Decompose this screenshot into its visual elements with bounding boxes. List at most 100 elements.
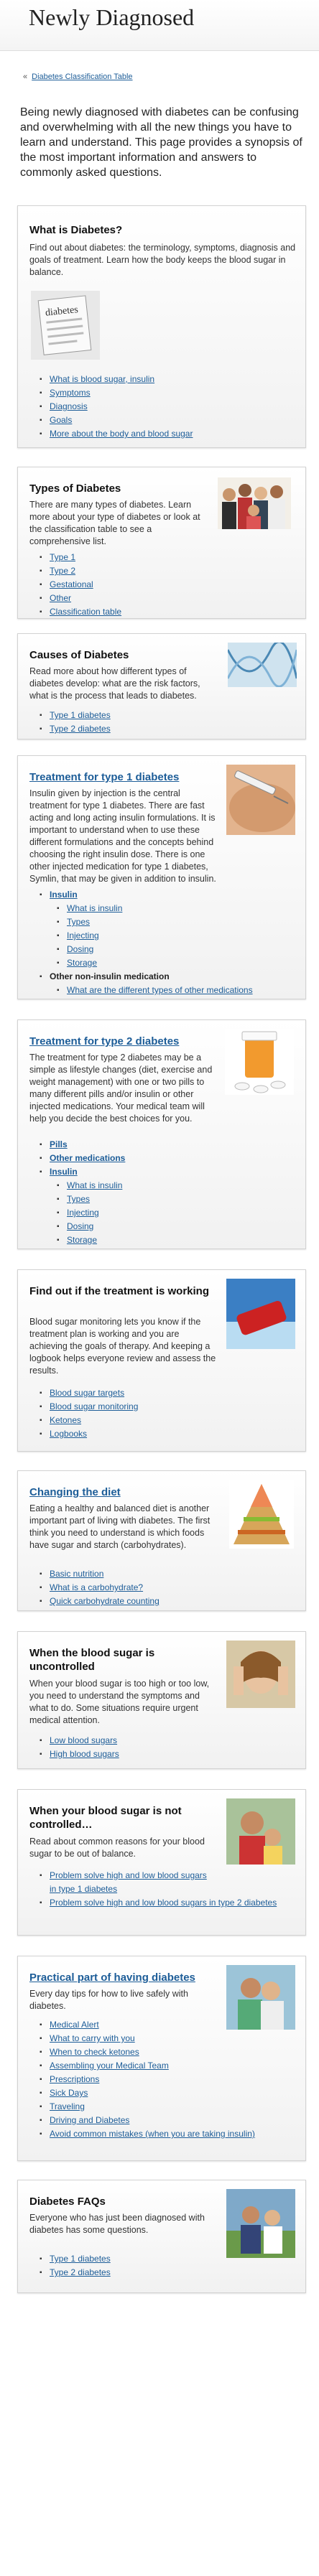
card-description: Read more about how different types of d…	[29, 666, 200, 701]
link-blood-sugar-monitoring[interactable]: Blood sugar monitoring	[50, 1401, 138, 1411]
list-item: Blood sugar targets	[40, 1386, 138, 1400]
link-avoid-mistakes[interactable]: Avoid common mistakes (when you are taki…	[50, 2129, 255, 2139]
link-what-is-insulin[interactable]: What is insulin	[67, 1180, 122, 1190]
link-sick-days[interactable]: Sick Days	[50, 2088, 88, 2098]
card-description: Read about common reasons for your blood…	[29, 1837, 205, 1859]
link-insulin[interactable]: Insulin	[50, 1167, 78, 1177]
card-link-list: Basic nutrition What is a carbohydrate? …	[40, 1567, 160, 1608]
link-injecting[interactable]: Injecting	[67, 930, 99, 941]
link-pills[interactable]: Pills	[50, 1139, 68, 1149]
card-link-list: Low blood sugars High blood sugars	[40, 1734, 119, 1761]
list-item: Avoid common mistakes (when you are taki…	[40, 2127, 298, 2141]
list-item: Type 1 diabetes	[40, 2252, 111, 2266]
link-what-is-carbohydrate[interactable]: What is a carbohydrate?	[50, 1582, 143, 1592]
card-link-list: Problem solve high and low blood sugars …	[40, 1869, 298, 1910]
card-title-link[interactable]: Practical part of having diabetes	[29, 1971, 195, 1984]
card-link-list: Insulin What is insulin Types Injecting …	[40, 888, 253, 997]
card-link-list: Blood sugar targets Blood sugar monitori…	[40, 1386, 138, 1441]
link-check-ketones[interactable]: When to check ketones	[50, 2047, 139, 2057]
list-item: Injecting	[57, 1206, 125, 1220]
list-item: What to carry with you	[40, 2032, 298, 2045]
link-goals[interactable]: Goals	[50, 415, 72, 425]
card-description: Eating a healthy and balanced diet is an…	[29, 1503, 211, 1550]
link-what-is-insulin[interactable]: What is insulin	[67, 903, 122, 913]
list-item: Type 1	[40, 551, 121, 564]
list-item: Storage	[57, 1233, 125, 1247]
link-faq-type-2[interactable]: Type 2 diabetes	[50, 2267, 111, 2277]
link-problem-solve-type-2[interactable]: Problem solve high and low blood sugars …	[50, 1898, 277, 1908]
link-blood-sugar-insulin[interactable]: What is blood sugar, insulin	[50, 374, 154, 384]
card-title-link[interactable]: Treatment for type 2 diabetes	[29, 1035, 179, 1048]
link-more-body[interactable]: More about the body and blood sugar	[50, 429, 193, 439]
link-causes-type-2[interactable]: Type 2 diabetes	[50, 724, 111, 734]
card-title: Causes of Diabetes	[29, 649, 129, 661]
link-other-medications[interactable]: Other medications	[50, 1153, 125, 1163]
link-logbooks[interactable]: Logbooks	[50, 1429, 87, 1439]
link-insulin[interactable]: Insulin	[50, 890, 78, 900]
link-insulin-types[interactable]: Types	[67, 1194, 90, 1204]
link-medical-team[interactable]: Assembling your Medical Team	[50, 2061, 169, 2071]
link-low-blood-sugars[interactable]: Low blood sugars	[50, 1735, 117, 1745]
insulin-sublist: What is insulin Types Injecting Dosing S…	[57, 902, 253, 970]
link-symptoms[interactable]: Symptoms	[50, 388, 91, 398]
link-causes-type-1[interactable]: Type 1 diabetes	[50, 710, 111, 720]
link-dosing[interactable]: Dosing	[67, 944, 93, 954]
list-item: Classification table	[40, 605, 121, 619]
link-high-blood-sugars[interactable]: High blood sugars	[50, 1749, 119, 1759]
card-changing-diet: Changing the diet Eating a healthy and b…	[17, 1470, 306, 1611]
link-diagnosis[interactable]: Diagnosis	[50, 401, 88, 411]
list-item: Assembling your Medical Team	[40, 2059, 298, 2073]
link-type-1[interactable]: Type 1	[50, 552, 75, 562]
link-problem-solve-type-1[interactable]: Problem solve high and low blood sugars …	[50, 1870, 207, 1894]
pills-bottle-image	[225, 1029, 294, 1095]
link-type-2[interactable]: Type 2	[50, 566, 75, 576]
link-storage[interactable]: Storage	[67, 1235, 97, 1245]
list-item: Blood sugar monitoring	[40, 1400, 138, 1414]
list-item: Type 2	[40, 564, 121, 578]
link-what-to-carry[interactable]: What to carry with you	[50, 2033, 135, 2043]
link-other-medication-types[interactable]: What are the different types of other me…	[67, 985, 253, 995]
list-item: Sick Days	[40, 2086, 298, 2100]
link-blood-sugar-targets[interactable]: Blood sugar targets	[50, 1388, 124, 1398]
card-description: Find out about diabetes: the terminology…	[29, 243, 296, 277]
link-storage[interactable]: Storage	[67, 958, 97, 968]
card-link-list: Pills Other medications Insulin What is …	[40, 1138, 125, 1247]
page-header: Newly Diagnosed	[0, 0, 319, 51]
card-description: There are many types of diabetes. Learn …	[29, 500, 200, 546]
link-other[interactable]: Other	[50, 593, 71, 603]
link-traveling[interactable]: Traveling	[50, 2101, 85, 2111]
card-causes-of-diabetes: Causes of Diabetes Read more about how d…	[17, 633, 306, 739]
card-title-link[interactable]: Treatment for type 1 diabetes	[29, 770, 179, 784]
list-item: Logbooks	[40, 1427, 138, 1441]
card-types-of-diabetes: Types of Diabetes There are many types o…	[17, 467, 306, 619]
list-item: Types	[57, 915, 253, 929]
card-title-link[interactable]: Changing the diet	[29, 1485, 121, 1499]
card-link-list: Type 1 diabetes Type 2 diabetes	[40, 2252, 111, 2279]
link-ketones[interactable]: Ketones	[50, 1415, 81, 1425]
other-sublist: What are the different types of other me…	[57, 984, 253, 997]
link-prescriptions[interactable]: Prescriptions	[50, 2074, 99, 2084]
link-gestational[interactable]: Gestational	[50, 579, 93, 589]
card-uncontrolled: When the blood sugar is uncontrolled Whe…	[17, 1631, 306, 1769]
link-medical-alert[interactable]: Medical Alert	[50, 2020, 99, 2030]
link-classification-table[interactable]: Classification table	[50, 607, 121, 617]
insulin-sublist: What is insulin Types Injecting Dosing S…	[57, 1179, 125, 1247]
card-link-list: Type 1 Type 2 Gestational Other Classifi…	[40, 551, 121, 619]
page-title: Newly Diagnosed	[29, 4, 195, 30]
father-child-image	[226, 1798, 295, 1865]
link-basic-nutrition[interactable]: Basic nutrition	[50, 1569, 103, 1579]
breadcrumb: « Diabetes Classification Table	[23, 73, 133, 81]
link-dosing[interactable]: Dosing	[67, 1221, 93, 1231]
list-item: Basic nutrition	[40, 1567, 160, 1581]
breadcrumb-link[interactable]: Diabetes Classification Table	[32, 73, 132, 81]
list-item: Dosing	[57, 943, 253, 956]
link-faq-type-1[interactable]: Type 1 diabetes	[50, 2254, 111, 2264]
link-injecting[interactable]: Injecting	[67, 1208, 99, 1218]
link-driving[interactable]: Driving and Diabetes	[50, 2115, 129, 2125]
list-item: Gestational	[40, 578, 121, 592]
link-quick-carb-counting[interactable]: Quick carbohydrate counting	[50, 1596, 160, 1606]
intro-text: Being newly diagnosed with diabetes can …	[20, 106, 302, 179]
card-link-list: What is blood sugar, insulin Symptoms Di…	[40, 373, 193, 441]
list-item: Type 2 diabetes	[40, 2266, 111, 2279]
link-insulin-types[interactable]: Types	[67, 917, 90, 927]
